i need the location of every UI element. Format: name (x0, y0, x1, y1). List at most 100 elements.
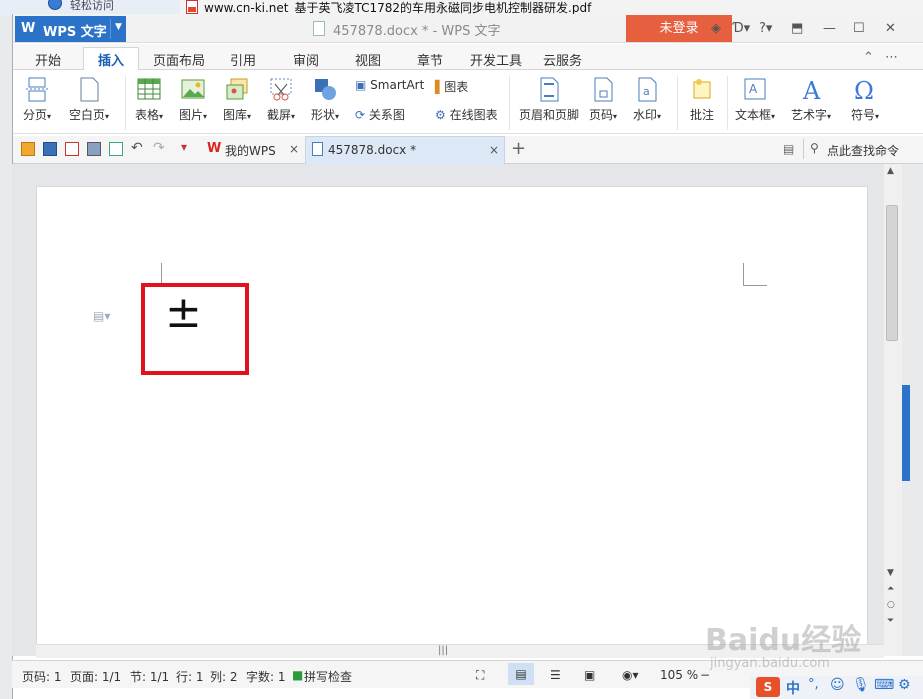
export-pdf-icon[interactable] (65, 142, 79, 156)
document-text[interactable]: ± (165, 291, 202, 335)
header-footer-button[interactable]: 页眉和页脚 (519, 76, 579, 123)
open-folder-icon[interactable] (21, 142, 35, 156)
skin-icon[interactable]: ◈ (711, 21, 721, 36)
comment-label: 批注 (689, 108, 714, 122)
table-button[interactable]: 表格▾ (135, 76, 163, 123)
relation-button[interactable]: ⟳ 关系图 (355, 106, 405, 123)
status-words[interactable]: 字数: 1 (246, 668, 286, 685)
tab-my-wps[interactable]: W 我的WPS × (201, 136, 305, 164)
picture-button[interactable]: 图片▾ (179, 76, 207, 123)
wordart-button[interactable]: A 艺术字▾ (791, 76, 831, 123)
status-page: 页码: 1 (22, 670, 62, 684)
tab-chapter[interactable]: 章节 (417, 50, 443, 69)
blank-page-button[interactable]: 空白页▾ (69, 76, 109, 123)
blank-page-icon (76, 76, 102, 102)
ribbon-tabs: 开始 插入 页面布局 引用 审阅 视图 章节 开发工具 云服务 ⌃ ⋯ (13, 44, 923, 71)
print-icon[interactable] (87, 142, 101, 156)
web-view-icon[interactable]: ▣ (584, 668, 595, 682)
document-icon (312, 142, 323, 156)
restore-ribbon-icon[interactable]: ⬒ (791, 21, 803, 36)
minimize-icon[interactable]: — (823, 21, 836, 36)
microphone-icon[interactable]: 🎙 (852, 677, 870, 693)
page-number-icon (590, 76, 616, 102)
undo-icon[interactable]: ↶ (131, 140, 145, 156)
symbol-button[interactable]: Ω 符号▾ (851, 76, 879, 123)
eye-protect-icon[interactable]: ◉▾ (622, 668, 639, 682)
scroll-down-icon[interactable]: ▼ (887, 568, 894, 578)
watermark-button[interactable]: a 水印▾ (633, 76, 661, 123)
quick-access-bar: ↶ ↷ ▾ W 我的WPS × 457878.docx * × + ▤ ⚲ 点此… (13, 136, 923, 164)
blank-page-label: 空白页 (69, 108, 106, 122)
tab-insert[interactable]: 插入 (98, 50, 124, 69)
sogou-ime-icon[interactable]: S (756, 677, 780, 697)
status-pages[interactable]: 页面: 1/1 (70, 668, 121, 685)
gallery-button[interactable]: 图库▾ (223, 76, 251, 123)
emoji-icon[interactable]: ☺ (830, 677, 845, 693)
tab-developer[interactable]: 开发工具 (470, 50, 522, 69)
close-icon[interactable]: × (489, 143, 499, 157)
smartart-label: SmartArt (370, 78, 425, 92)
screenshot-button[interactable]: 截屏▾ (267, 76, 295, 123)
save-icon[interactable] (43, 142, 57, 156)
find-command-input[interactable]: 点此查找命令 (827, 142, 899, 159)
chart-button[interactable]: ▌图表 (435, 78, 468, 95)
zoom-out-icon[interactable]: − (700, 668, 710, 682)
tab-review[interactable]: 审阅 (293, 50, 319, 69)
next-page-icon[interactable]: ⏷ (887, 616, 894, 626)
settings-icon[interactable]: ⋯ (885, 50, 898, 65)
scroll-up-icon[interactable]: ▲ (887, 166, 894, 176)
comment-button[interactable]: 批注 (689, 76, 715, 123)
smartart-button[interactable]: ▣ SmartArt (355, 78, 424, 92)
prev-page-icon[interactable]: ⏶ (887, 584, 894, 594)
close-icon[interactable]: ✕ (885, 21, 896, 36)
page-number-button[interactable]: 页码▾ (589, 76, 617, 123)
feedback-icon[interactable]: Ɗ▾ (733, 21, 750, 36)
tab-list-icon[interactable]: ▤ (783, 142, 794, 156)
scrollbar-thumb[interactable] (886, 205, 898, 341)
status-section: 节: 1/1 (130, 670, 170, 684)
page-break-button[interactable]: 分页▾ (23, 76, 51, 123)
ime-mode[interactable]: 中 (786, 678, 800, 698)
outline-view-icon[interactable]: ☰ (550, 668, 561, 682)
wordart-icon: A (798, 76, 824, 105)
tab-page-layout[interactable]: 页面布局 (153, 50, 205, 69)
wps-logo-icon: W (21, 21, 36, 36)
divider (803, 139, 804, 159)
select-browse-icon[interactable]: ○ (887, 600, 895, 610)
shapes-button[interactable]: 形状▾ (311, 76, 339, 123)
redo-icon[interactable]: ↷ (153, 140, 167, 156)
scroll-grip-icon[interactable]: ||| (438, 645, 448, 656)
app-menu-button[interactable]: W WPS 文字 ▼ (15, 16, 126, 42)
header-footer-label: 页眉和页脚 (519, 108, 580, 122)
paragraph-menu-icon[interactable]: ▤▾ (93, 309, 110, 323)
chevron-down-icon[interactable]: ▼ (115, 22, 122, 32)
tab-references[interactable]: 引用 (230, 50, 256, 69)
my-wps-label: 我的WPS (225, 144, 276, 158)
tab-document[interactable]: 457878.docx * × (305, 136, 505, 164)
customize-icon[interactable]: ▾ (181, 140, 195, 154)
settings-icon[interactable]: ⚙ (898, 677, 911, 693)
new-tab-icon[interactable]: + (511, 138, 526, 159)
page-break-icon (24, 76, 50, 102)
maximize-icon[interactable]: ☐ (853, 21, 865, 36)
wordart-label: 艺术字 (791, 108, 828, 122)
spellcheck-label[interactable]: 拼写检查 (304, 668, 352, 685)
tab-home[interactable]: 开始 (35, 50, 61, 69)
watermark-icon: a (634, 76, 660, 102)
close-icon[interactable]: × (289, 142, 299, 156)
punctuation-icon[interactable]: °, (808, 677, 819, 692)
page-view-icon[interactable]: ▤ (508, 663, 534, 685)
collapse-ribbon-icon[interactable]: ⌃ (863, 50, 874, 65)
tab-cloud[interactable]: 云服务 (543, 50, 582, 69)
zoom-level[interactable]: 105 % (660, 668, 698, 682)
textbox-button[interactable]: A 文本框▾ (735, 76, 775, 123)
keyboard-icon[interactable]: ⌨ (874, 677, 894, 693)
divider (727, 76, 728, 130)
tab-view[interactable]: 视图 (355, 50, 381, 69)
sidebar-toggle[interactable] (902, 385, 910, 481)
help-icon[interactable]: ?▾ (759, 21, 772, 36)
print-preview-icon[interactable] (109, 142, 123, 156)
document-page[interactable]: ▤▾ ± (36, 186, 868, 656)
fullscreen-icon[interactable]: ⛶ (476, 668, 484, 683)
online-chart-button[interactable]: ⚙ 在线图表 (435, 106, 498, 123)
